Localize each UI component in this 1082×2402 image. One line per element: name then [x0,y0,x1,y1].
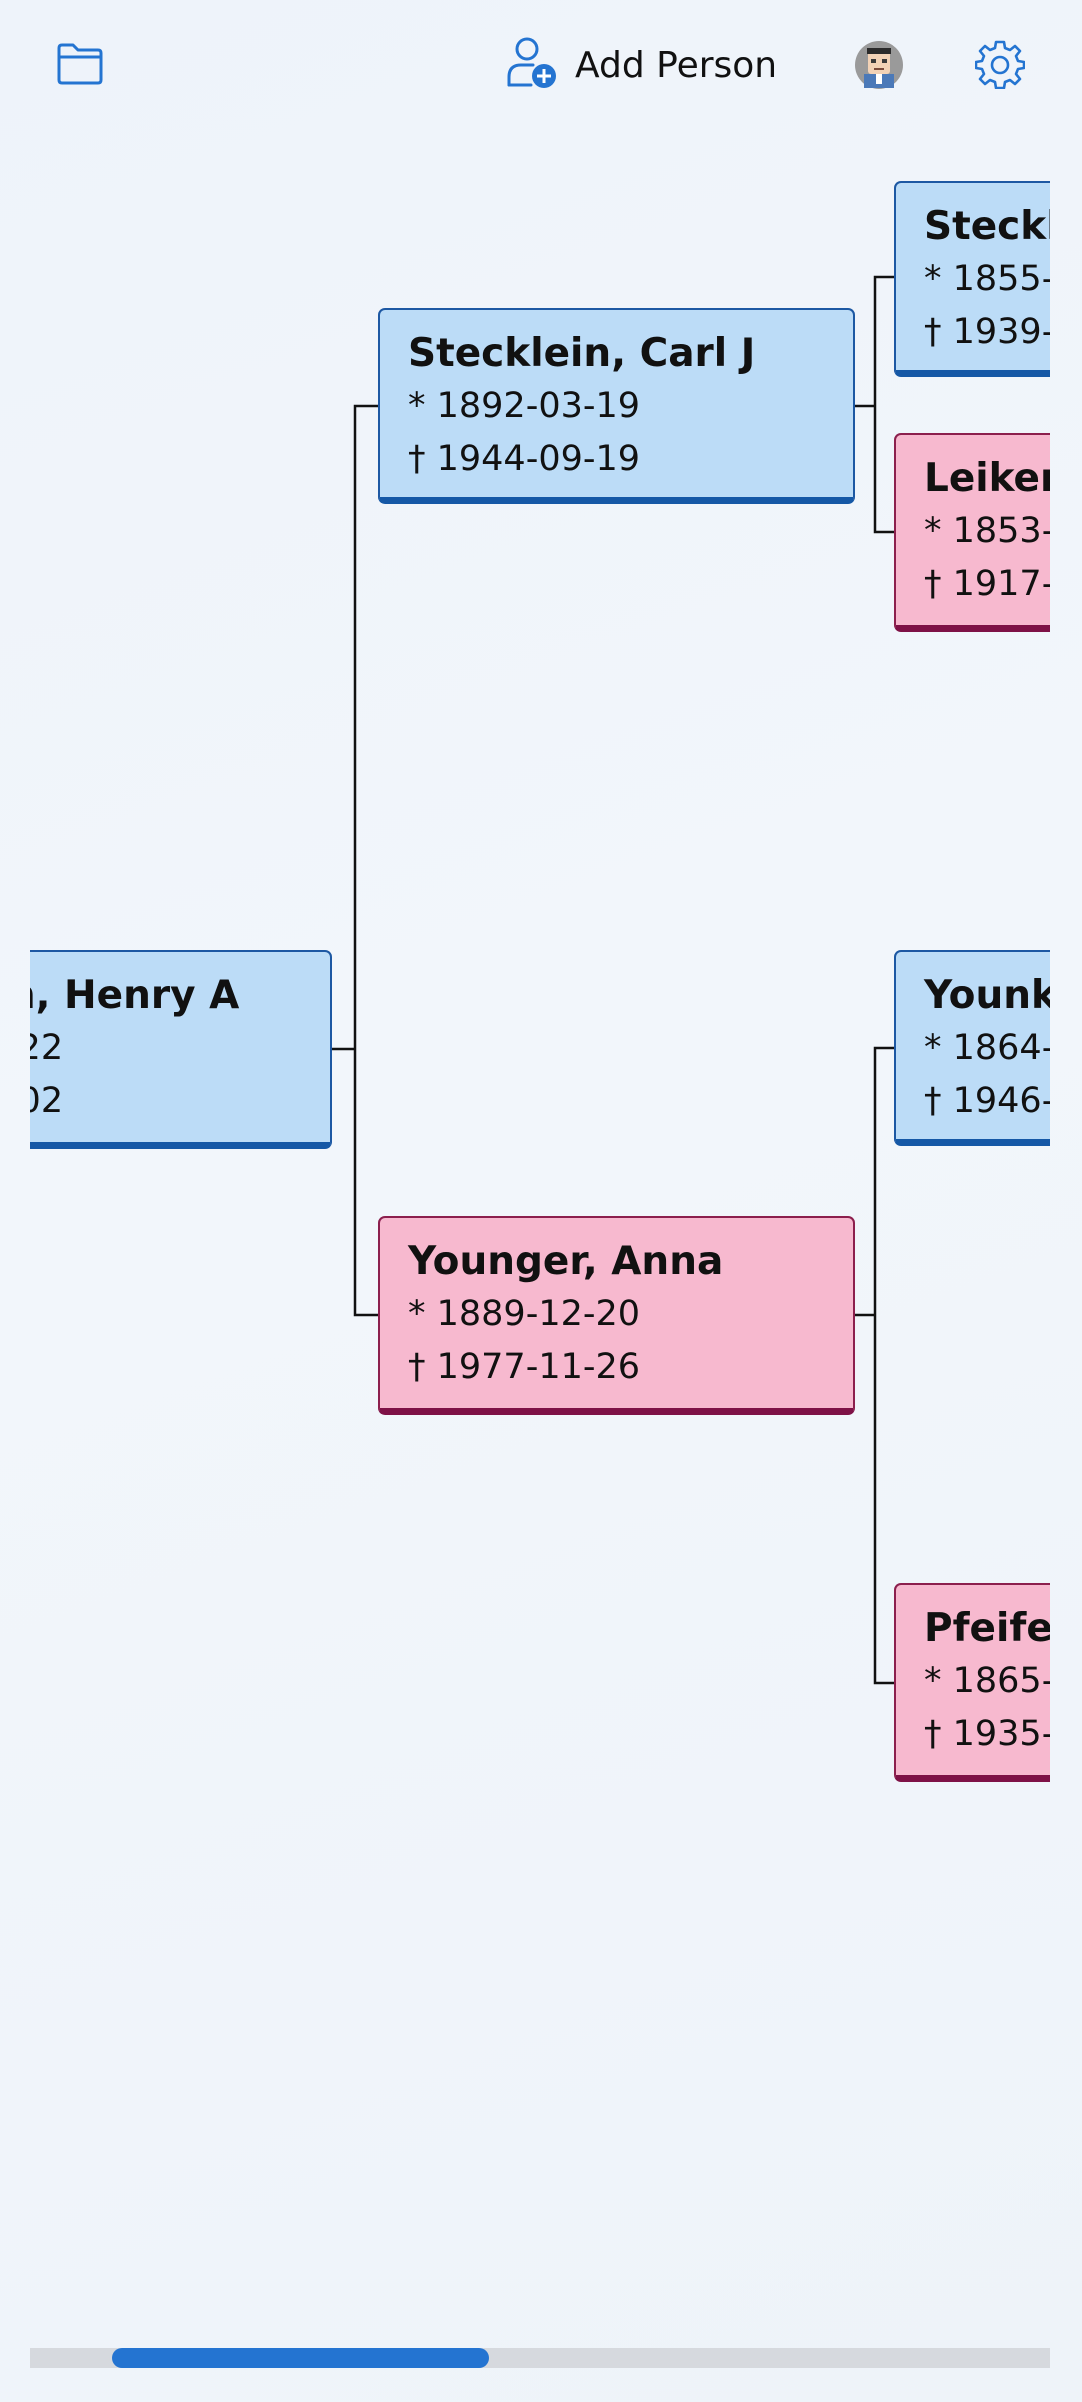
person-death: † 1939- [924,312,1050,352]
person-name: Leiker [924,456,1050,501]
horizontal-scrollbar[interactable] [30,2348,1050,2368]
person-death: )2-02 [30,1081,64,1121]
person-name: ein, Henry A [30,973,240,1018]
person-name: Younger, Anna [408,1239,724,1284]
person-death: † 1946- [924,1081,1050,1121]
person-birth: * 1892-03-19 [408,386,641,426]
connector-maternal [873,1046,894,1685]
person-card-maternal-grandmother[interactable]: Pfeife * 1865- † 1935- [894,1583,1050,1782]
connector-paternal [873,275,894,534]
person-card-paternal-grandmother[interactable]: Leiker * 1853- † 1917- [894,433,1050,632]
person-birth: * 1855- [924,259,1050,299]
person-birth: * 1853- [924,511,1050,551]
person-death: † 1977-11-26 [408,1347,641,1387]
add-person-label: Add Person [575,44,778,86]
person-card-root[interactable]: ein, Henry A )6-22 )2-02 [30,950,332,1149]
folder-icon[interactable] [50,34,110,94]
person-name: Younk [924,973,1050,1018]
person-card-maternal-grandfather[interactable]: Younk * 1864- † 1946- [894,950,1050,1146]
scrollbar-thumb[interactable] [112,2348,489,2368]
person-name: Pfeife [924,1606,1050,1651]
person-birth: * 1889-12-20 [408,1294,641,1334]
person-death: † 1935- [924,1714,1050,1754]
person-death: † 1917- [924,564,1050,604]
avatar-icon[interactable] [852,38,906,92]
pedigree-chart[interactable]: ein, Henry A )6-22 )2-02 Stecklein, Carl… [30,130,1050,2330]
person-card-paternal-grandfather[interactable]: Steckl * 1855- † 1939- [894,181,1050,377]
connector-parents [353,404,378,1317]
person-name: Steckl [924,204,1050,249]
person-death: † 1944-09-19 [408,439,641,479]
person-birth: * 1864- [924,1028,1050,1068]
person-birth: * 1865- [924,1661,1050,1701]
gear-icon[interactable] [970,34,1030,94]
person-birth: )6-22 [30,1028,64,1068]
person-name: Stecklein, Carl J [408,331,756,376]
top-toolbar: Add Person [0,0,1082,130]
person-card-father[interactable]: Stecklein, Carl J * 1892-03-19 † 1944-09… [378,308,855,504]
add-person-button[interactable]: Add Person [505,30,795,100]
person-card-mother[interactable]: Younger, Anna * 1889-12-20 † 1977-11-26 [378,1216,855,1415]
add-person-icon [505,35,559,95]
